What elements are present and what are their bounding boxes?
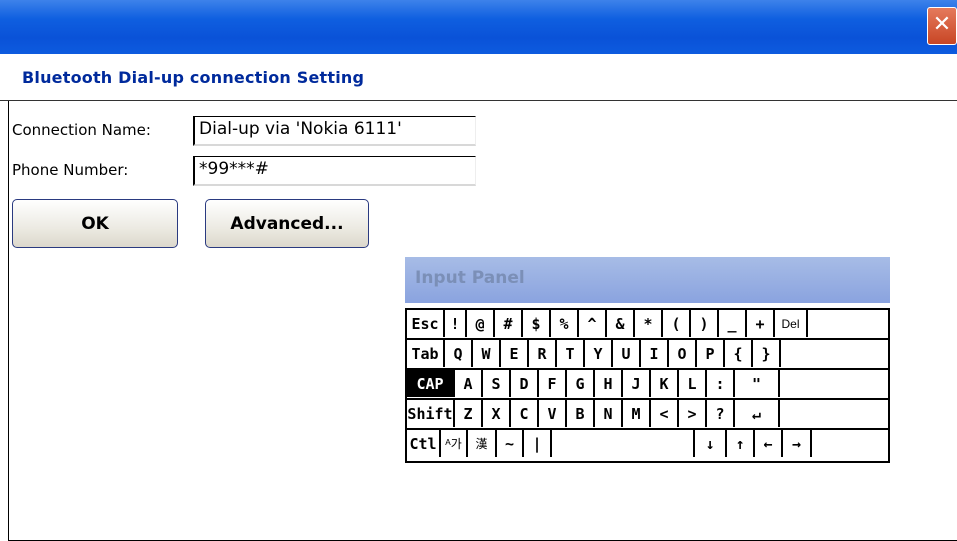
keyboard-key[interactable]: W [473,340,501,367]
keyboard-key[interactable]: 漢 [468,430,497,457]
keyboard-key[interactable]: + [747,310,775,337]
keyboard-key[interactable]: @ [467,310,495,337]
close-icon: ✕ [932,12,952,37]
keyboard-key[interactable]: * [635,310,663,337]
keyboard-key[interactable]: Del [775,310,808,337]
keyboard-key[interactable]: ) [691,310,719,337]
keyboard-key[interactable]: ? [707,400,735,427]
keyboard-key[interactable]: ↓ [695,430,727,457]
ok-button[interactable]: OK [12,199,178,248]
keyboard-key[interactable]: N [595,400,623,427]
keyboard-key[interactable]: ↑ [727,430,755,457]
keyboard-key[interactable]: Q [445,340,473,367]
connection-name-label: Connection Name: [12,121,151,139]
keyboard-key[interactable]: ~ [497,430,524,457]
keyboard-key[interactable]: D [511,370,539,397]
keyboard-key[interactable]: Esc [407,310,445,337]
keyboard-key[interactable]: J [623,370,651,397]
keyboard-key[interactable]: P [697,340,725,367]
advanced-button[interactable]: Advanced... [205,199,369,248]
keyboard-key[interactable]: { [725,340,753,367]
input-panel-title: Input Panel [415,268,525,288]
keyboard-key[interactable]: $ [523,310,551,337]
keyboard-key[interactable]: T [557,340,585,367]
input-panel-title-bar[interactable]: Input Panel [405,257,890,303]
keyboard-key[interactable]: O [669,340,697,367]
keyboard-key[interactable]: | [524,430,552,457]
keyboard-key[interactable]: G [567,370,595,397]
keyboard-key[interactable]: & [607,310,635,337]
keyboard-key[interactable]: K [651,370,679,397]
keyboard-key[interactable]: S [483,370,511,397]
keyboard-key[interactable]: " [735,370,780,397]
connection-name-field[interactable]: Dial-up via 'Nokia 6111' [193,116,476,146]
keyboard-key[interactable]: % [551,310,579,337]
page-title: Bluetooth Dial-up connection Setting [22,68,365,87]
keyboard-key[interactable]: L [679,370,707,397]
keyboard-key[interactable]: Tab [407,340,445,367]
keyboard-key[interactable]: X [483,400,511,427]
keyboard-key[interactable]: Ctl [407,430,441,457]
keyboard-row: Esc! @ # $% ^ & *() _ + Del [407,310,888,338]
keyboard-key[interactable]: C [511,400,539,427]
keyboard-row: Tab Q W E R T Y U I O P{} [407,340,888,368]
keyboard-key[interactable]: ( [663,310,691,337]
keyboard-key-space[interactable] [552,430,695,457]
keyboard-key[interactable]: U [613,340,641,367]
keyboard-key[interactable]: → [783,430,812,457]
keyboard-key[interactable]: Shift [407,400,455,427]
keyboard-key[interactable]: # [495,310,523,337]
keyboard-key[interactable]: I [641,340,669,367]
keyboard-row: Shift Z X C V B N M < >? ↵ [407,400,888,428]
input-panel: Input Panel Esc! @ # $% ^ & *() _ + Del Tab Q W E R T Y U… [405,257,890,465]
keyboard-key[interactable]: V [539,400,567,427]
window-title-bar: ✕ [0,0,957,54]
keyboard-key[interactable]: } [753,340,781,367]
keyboard-key[interactable]: < [651,400,679,427]
keyboard-key[interactable]: ᴬ가 [441,430,468,457]
page-header: Bluetooth Dial-up connection Setting [0,54,957,101]
keyboard-key[interactable]: CAP [407,370,455,397]
keyboard-key[interactable]: E [501,340,529,367]
keyboard-key[interactable]: _ [719,310,747,337]
keyboard-key[interactable]: ↵ [735,400,780,427]
keyboard-key[interactable]: R [529,340,557,367]
keyboard-key[interactable]: ^ [579,310,607,337]
on-screen-keyboard: Esc! @ # $% ^ & *() _ + Del Tab Q W E R T Y U I O P{} CAP A S D F… [405,308,890,463]
keyboard-key[interactable]: > [679,400,707,427]
keyboard-key[interactable]: Z [455,400,483,427]
keyboard-key[interactable]: Y [585,340,613,367]
phone-number-field[interactable]: *99***# [193,156,476,186]
keyboard-key[interactable]: M [623,400,651,427]
keyboard-key[interactable]: A [455,370,483,397]
keyboard-key[interactable]: ← [755,430,783,457]
phone-number-label: Phone Number: [12,161,129,179]
keyboard-key[interactable]: : [707,370,735,397]
keyboard-key[interactable]: B [567,400,595,427]
keyboard-key[interactable]: H [595,370,623,397]
keyboard-key[interactable]: ! [445,310,467,337]
keyboard-row: CAP A S D F G H J K L: " [407,370,888,398]
keyboard-row: Ctl ᴬ가 漢 ~ | ↓ ↑ ← → [407,430,888,458]
close-button[interactable]: ✕ [927,7,957,45]
keyboard-key[interactable]: F [539,370,567,397]
